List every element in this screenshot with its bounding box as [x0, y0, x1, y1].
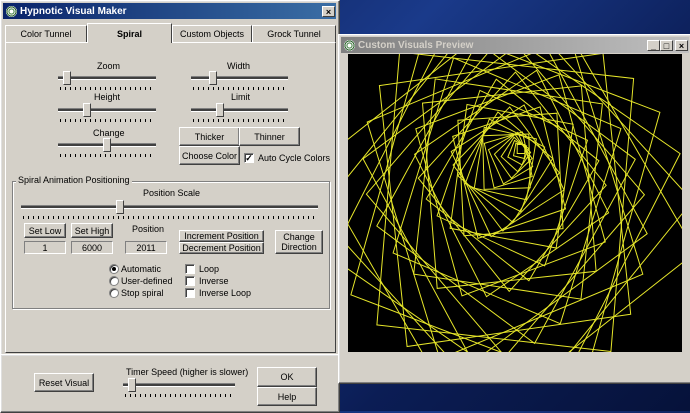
main-titlebar[interactable]: Hypnotic Visual Maker	[3, 3, 336, 19]
width-slider-thumb[interactable]	[209, 71, 217, 85]
spiral-line	[376, 54, 635, 352]
thinner-button[interactable]: Thinner	[239, 127, 300, 146]
thicker-button[interactable]: Thicker	[179, 127, 240, 146]
zoom-slider-thumb[interactable]	[63, 71, 71, 85]
main-window: Hypnotic Visual Maker × Color Tunnel Spi…	[0, 0, 340, 356]
spiral-app-icon	[6, 5, 17, 17]
preview-window: Custom Visuals Preview _ □ ×	[338, 34, 690, 384]
auto-cycle-checkbox[interactable]: ✓	[244, 153, 254, 163]
loop-checkbox[interactable]	[185, 264, 195, 274]
decrement-position-button[interactable]: Decrement Position	[179, 242, 264, 254]
tab-spiral[interactable]: Spiral	[87, 23, 172, 43]
zoom-label: Zoom	[97, 61, 121, 71]
change-slider[interactable]	[58, 138, 156, 160]
radio-stop-spiral-label: Stop spiral	[121, 288, 164, 298]
radio-automatic-label: Automatic	[121, 264, 162, 274]
choose-color-button[interactable]: Choose Color	[179, 146, 240, 165]
preview-titlebar[interactable]: Custom Visuals Preview	[341, 37, 689, 53]
preview-app-icon	[344, 39, 355, 51]
footer-panel: Reset Visual Timer Speed (higher is slow…	[0, 354, 340, 413]
position-scale-thumb[interactable]	[116, 200, 124, 214]
tab-custom-objects[interactable]: Custom Objects	[172, 25, 252, 42]
height-slider[interactable]	[58, 103, 156, 125]
timer-speed-thumb[interactable]	[128, 378, 136, 392]
main-window-title: Hypnotic Visual Maker	[20, 5, 127, 17]
position-scale-slider[interactable]	[21, 200, 318, 222]
zoom-slider[interactable]	[58, 71, 156, 93]
main-close-button[interactable]: ×	[322, 6, 335, 17]
radio-automatic[interactable]	[109, 264, 119, 274]
radio-user-defined[interactable]	[109, 276, 119, 286]
group-title: Spiral Animation Positioning	[16, 175, 132, 185]
radio-user-defined-label: User-defined	[121, 276, 173, 286]
spiral-line	[376, 54, 636, 345]
inverse-label: Inverse	[199, 276, 229, 286]
set-high-button[interactable]: Set High	[71, 223, 113, 238]
set-high-value: 6000	[71, 241, 113, 254]
tab-color-tunnel[interactable]: Color Tunnel	[5, 25, 87, 42]
position-value: 2011	[125, 241, 167, 254]
inverse-checkbox[interactable]	[185, 276, 195, 286]
help-button[interactable]: Help	[257, 387, 317, 406]
preview-window-title: Custom Visuals Preview	[358, 39, 474, 51]
spiral-line	[392, 57, 622, 325]
inverse-loop-label: Inverse Loop	[199, 288, 252, 298]
radio-stop-spiral[interactable]	[109, 288, 119, 298]
preview-close-button[interactable]: ×	[675, 40, 688, 51]
height-slider-thumb[interactable]	[83, 103, 91, 117]
spiral-line	[493, 133, 533, 179]
position-scale-label: Position Scale	[143, 188, 201, 198]
ok-button[interactable]: OK	[257, 367, 317, 387]
inverse-loop-checkbox[interactable]	[185, 288, 195, 298]
width-slider[interactable]	[191, 71, 288, 93]
preview-maximize-button[interactable]: □	[660, 40, 673, 51]
timer-speed-slider[interactable]	[123, 378, 235, 400]
set-low-button[interactable]: Set Low	[24, 223, 66, 238]
timer-speed-label: Timer Speed (higher is slower)	[126, 367, 249, 377]
change-slider-thumb[interactable]	[103, 138, 111, 152]
limit-slider-thumb[interactable]	[216, 103, 224, 117]
set-low-value: 1	[24, 241, 66, 254]
tab-grock-tunnel[interactable]: Grock Tunnel	[252, 25, 336, 42]
position-label: Position	[132, 224, 165, 234]
loop-label: Loop	[199, 264, 220, 274]
width-label: Width	[227, 61, 251, 71]
spiral-line	[350, 54, 661, 352]
spiral-preview-canvas	[348, 54, 682, 352]
limit-slider[interactable]	[191, 103, 288, 125]
limit-label: Limit	[231, 92, 251, 102]
auto-cycle-label: Auto Cycle Colors	[258, 153, 331, 163]
change-direction-button[interactable]: Change Direction	[275, 230, 323, 254]
height-label: Height	[94, 92, 121, 102]
preview-minimize-button[interactable]: _	[647, 40, 660, 51]
increment-position-button[interactable]: Increment Position	[179, 230, 264, 242]
spiral-line	[457, 112, 564, 237]
change-label: Change	[93, 128, 125, 138]
reset-visual-button[interactable]: Reset Visual	[34, 373, 94, 392]
